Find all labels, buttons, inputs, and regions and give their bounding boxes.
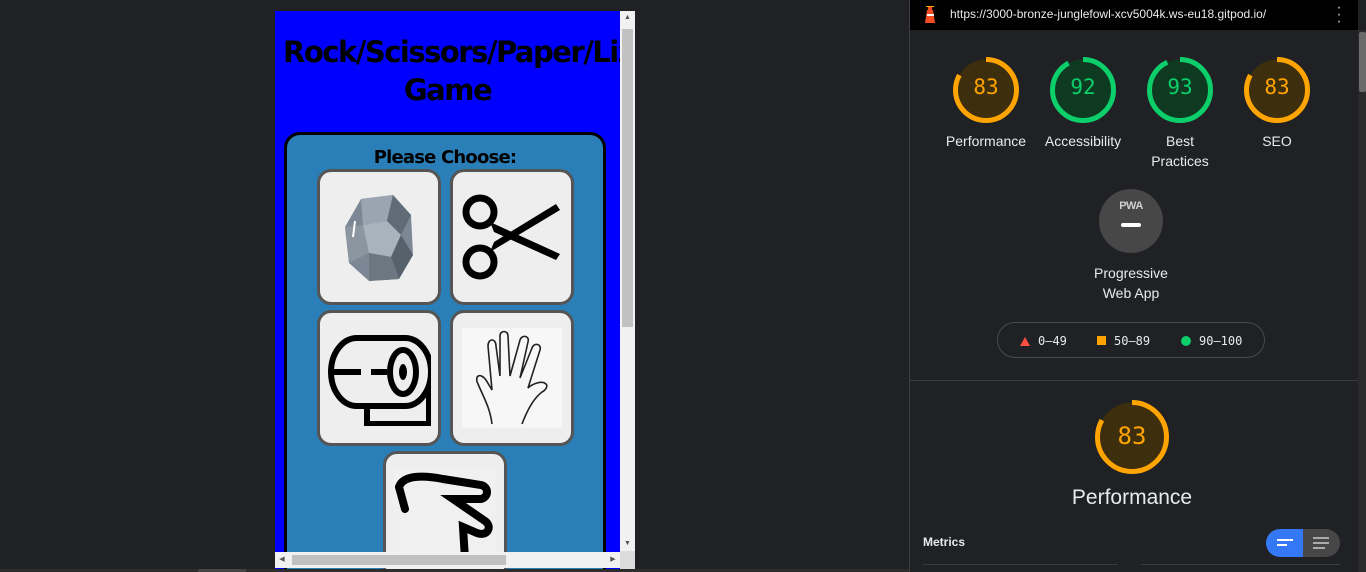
game-title: Rock/Scissors/Paper/Lizard/Spock Game [275,33,620,109]
scissors-choice-button[interactable] [450,169,574,305]
legend-fail: 0–49 [1020,334,1067,348]
scroll-left-arrow-icon[interactable]: ◀ [275,552,289,568]
seo-score: 83 [1264,75,1290,99]
performance-label: Performance [945,133,1027,149]
pwa-gauge[interactable]: PWA Progressive Web App [1081,189,1181,303]
legend-fail-range: 0–49 [1038,334,1067,348]
performance-main-gauge: 83 [1095,400,1169,479]
seo-gauge[interactable]: 83 SEO [1229,57,1325,151]
performance-section-title: Performance [1071,486,1193,509]
viewport-horizontal-scrollbar[interactable]: ◀ ▶ [275,552,620,568]
pwa-dash [1121,223,1141,227]
accessibility-gauge[interactable]: 92 Accessibility [1035,57,1131,151]
pwa-label: Progressive Web App [1094,265,1168,301]
lighthouse-scrollbar[interactable] [1358,30,1366,572]
best-practices-gauge[interactable]: 93 Best Practices [1132,57,1228,171]
scroll-down-arrow-icon[interactable]: ▼ [620,537,635,551]
best-practices-score: 93 [1167,75,1193,99]
accessibility-label: Accessibility [1044,133,1122,149]
pwa-badge-icon: PWA [1099,189,1163,253]
spock-hand-icon [462,328,562,428]
lighthouse-scroll-thumb[interactable] [1359,32,1366,92]
vertical-scroll-thumb[interactable] [622,29,633,327]
scroll-right-arrow-icon[interactable]: ▶ [606,552,620,568]
lighthouse-url-bar: https://3000-bronze-junglefowl-xcv5004k.… [910,0,1358,30]
game-title-line2: Game [403,73,493,107]
scissors-icon [462,194,560,280]
scroll-up-arrow-icon[interactable]: ▲ [620,11,635,25]
horizontal-scroll-thumb[interactable] [292,555,506,565]
metrics-view-toggle[interactable] [1266,529,1340,557]
choice-panel: Please Choose: [284,132,606,569]
mobile-viewport: Rock/Scissors/Paper/Lizard/Spock Game Pl… [275,11,635,569]
spock-choice-button[interactable] [450,310,574,446]
legend-average-range: 50–89 [1114,334,1151,348]
rock-icon [345,195,413,281]
seo-label: SEO [1262,133,1292,149]
legend-pass-range: 90–100 [1199,334,1243,348]
best-practices-label: Best Practices [1151,133,1209,169]
legend-pass: 90–100 [1181,334,1242,348]
metrics-heading: Metrics [923,535,966,549]
expanded-view-button[interactable] [1266,529,1303,557]
lighthouse-panel: https://3000-bronze-junglefowl-xcv5004k.… [909,0,1366,572]
audited-url[interactable]: https://3000-bronze-junglefowl-xcv5004k.… [950,7,1266,21]
score-legend: 0–49 50–89 90–100 [997,322,1265,358]
lighthouse-logo-icon [925,6,935,23]
fail-triangle-icon [1020,337,1030,346]
section-divider [910,380,1358,381]
performance-gauge[interactable]: 83 Performance [938,57,1034,151]
paper-choice-button[interactable] [317,310,441,446]
pwa-badge-text: PWA [1119,200,1143,212]
more-options-icon[interactable]: · · · [1334,0,1344,30]
pass-circle-icon [1181,336,1191,346]
game-title-line1: Rock/Scissors/Paper/Lizard/Spock [283,35,620,69]
paper-roll-icon [328,335,431,426]
legend-average: 50–89 [1097,334,1150,348]
viewport-vertical-scrollbar[interactable]: ▲ ▼ [620,11,635,551]
rock-choice-button[interactable] [317,169,441,305]
performance-score: 83 [973,75,999,99]
performance-main-score: 83 [1117,422,1147,450]
average-square-icon [1097,336,1106,345]
choose-label: Please Choose: [373,147,517,168]
scrollbar-corner [620,551,635,569]
accessibility-score: 92 [1070,75,1096,99]
